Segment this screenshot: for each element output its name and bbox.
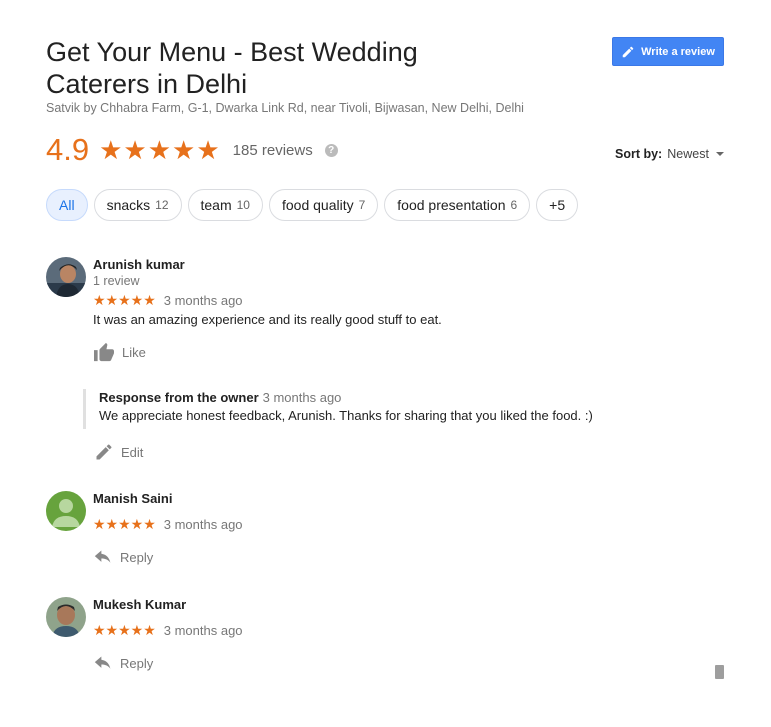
reviewer-name[interactable]: Arunish kumar [93, 257, 713, 273]
owner-response-time: 3 months ago [262, 390, 342, 405]
reviewer-meta: 1 review [93, 274, 140, 288]
filter-chip-food-quality[interactable]: food quality 7 [268, 189, 379, 221]
reviewer-name[interactable]: Manish Saini [93, 491, 713, 507]
review-stars: ★★★★★ [93, 291, 156, 308]
reply-icon [94, 656, 111, 669]
chip-count: 7 [358, 198, 366, 212]
chevron-down-icon [715, 152, 724, 156]
reply-button[interactable]: Reply [93, 545, 713, 569]
chip-label: food presentation [397, 197, 506, 213]
average-rating: 4.9 [46, 132, 90, 167]
chip-label: snacks [106, 197, 151, 213]
scrollbar-thumb[interactable] [715, 665, 724, 679]
chip-label: +5 [549, 197, 566, 213]
review-time: 3 months ago [163, 622, 243, 638]
filter-chip-food-presentation[interactable]: food presentation 6 [384, 189, 531, 221]
chip-count: 12 [155, 198, 169, 212]
thumbs-up-icon [94, 342, 114, 362]
page-title: Get Your Menu - Best Wedding Caterers in… [46, 37, 418, 99]
rating-summary: 4.9 ★★★★★ 185 reviews ? [46, 132, 338, 168]
filter-chip-team[interactable]: team 10 [187, 189, 263, 221]
review-time: 3 months ago [163, 292, 243, 308]
write-review-label: Write a review [641, 45, 715, 58]
sort-value: Newest [667, 147, 709, 161]
filter-chip-more[interactable]: +5 [536, 189, 579, 221]
reply-button[interactable]: Reply [93, 651, 713, 675]
like-label: Like [122, 344, 146, 360]
edit-label: Edit [121, 444, 144, 460]
owner-response-text: We appreciate honest feedback, Arunish. … [99, 408, 593, 423]
review-text: It was an amazing experience and its rea… [93, 312, 442, 327]
sort-dropdown[interactable]: Sort by: Newest [615, 147, 724, 161]
edit-button[interactable]: Edit [94, 440, 143, 464]
avatar[interactable] [46, 491, 86, 531]
filter-chip-snacks[interactable]: snacks 12 [93, 189, 182, 221]
reply-icon [94, 550, 111, 563]
avatar[interactable] [46, 257, 86, 297]
review-stars: ★★★★★ [93, 515, 156, 532]
business-address: Satvik by Chhabra Farm, G-1, Dwarka Link… [46, 101, 524, 115]
reply-label: Reply [120, 549, 154, 565]
avatar[interactable] [46, 597, 86, 637]
owner-response: Response from the owner 3 months ago We a… [83, 389, 643, 429]
write-review-button[interactable]: Write a review [612, 37, 724, 66]
chip-label: team [200, 197, 232, 213]
owner-response-header: Response from the owner 3 months ago [99, 389, 643, 406]
help-icon[interactable]: ? [324, 143, 338, 157]
filter-chip-all[interactable]: All [46, 189, 88, 221]
like-button[interactable]: Like [93, 340, 713, 364]
reply-label: Reply [120, 655, 154, 671]
review-count: 185 reviews [232, 141, 313, 159]
chip-count: 10 [236, 198, 250, 212]
pencil-icon [622, 46, 634, 57]
review-stars: ★★★★★ [93, 621, 156, 638]
review-time: 3 months ago [163, 516, 243, 532]
rating-stars: ★★★★★ [99, 134, 221, 165]
reviewer-name[interactable]: Mukesh Kumar [93, 597, 713, 613]
owner-response-title: Response from the owner [99, 390, 259, 405]
chip-count: 6 [510, 198, 518, 212]
sort-label: Sort by: [615, 147, 663, 161]
pencil-icon [96, 444, 112, 460]
chip-label: All [59, 197, 75, 213]
chip-label: food quality [281, 197, 354, 213]
filter-chips: All snacks 12 team 10 food quality 7 foo… [46, 189, 579, 221]
